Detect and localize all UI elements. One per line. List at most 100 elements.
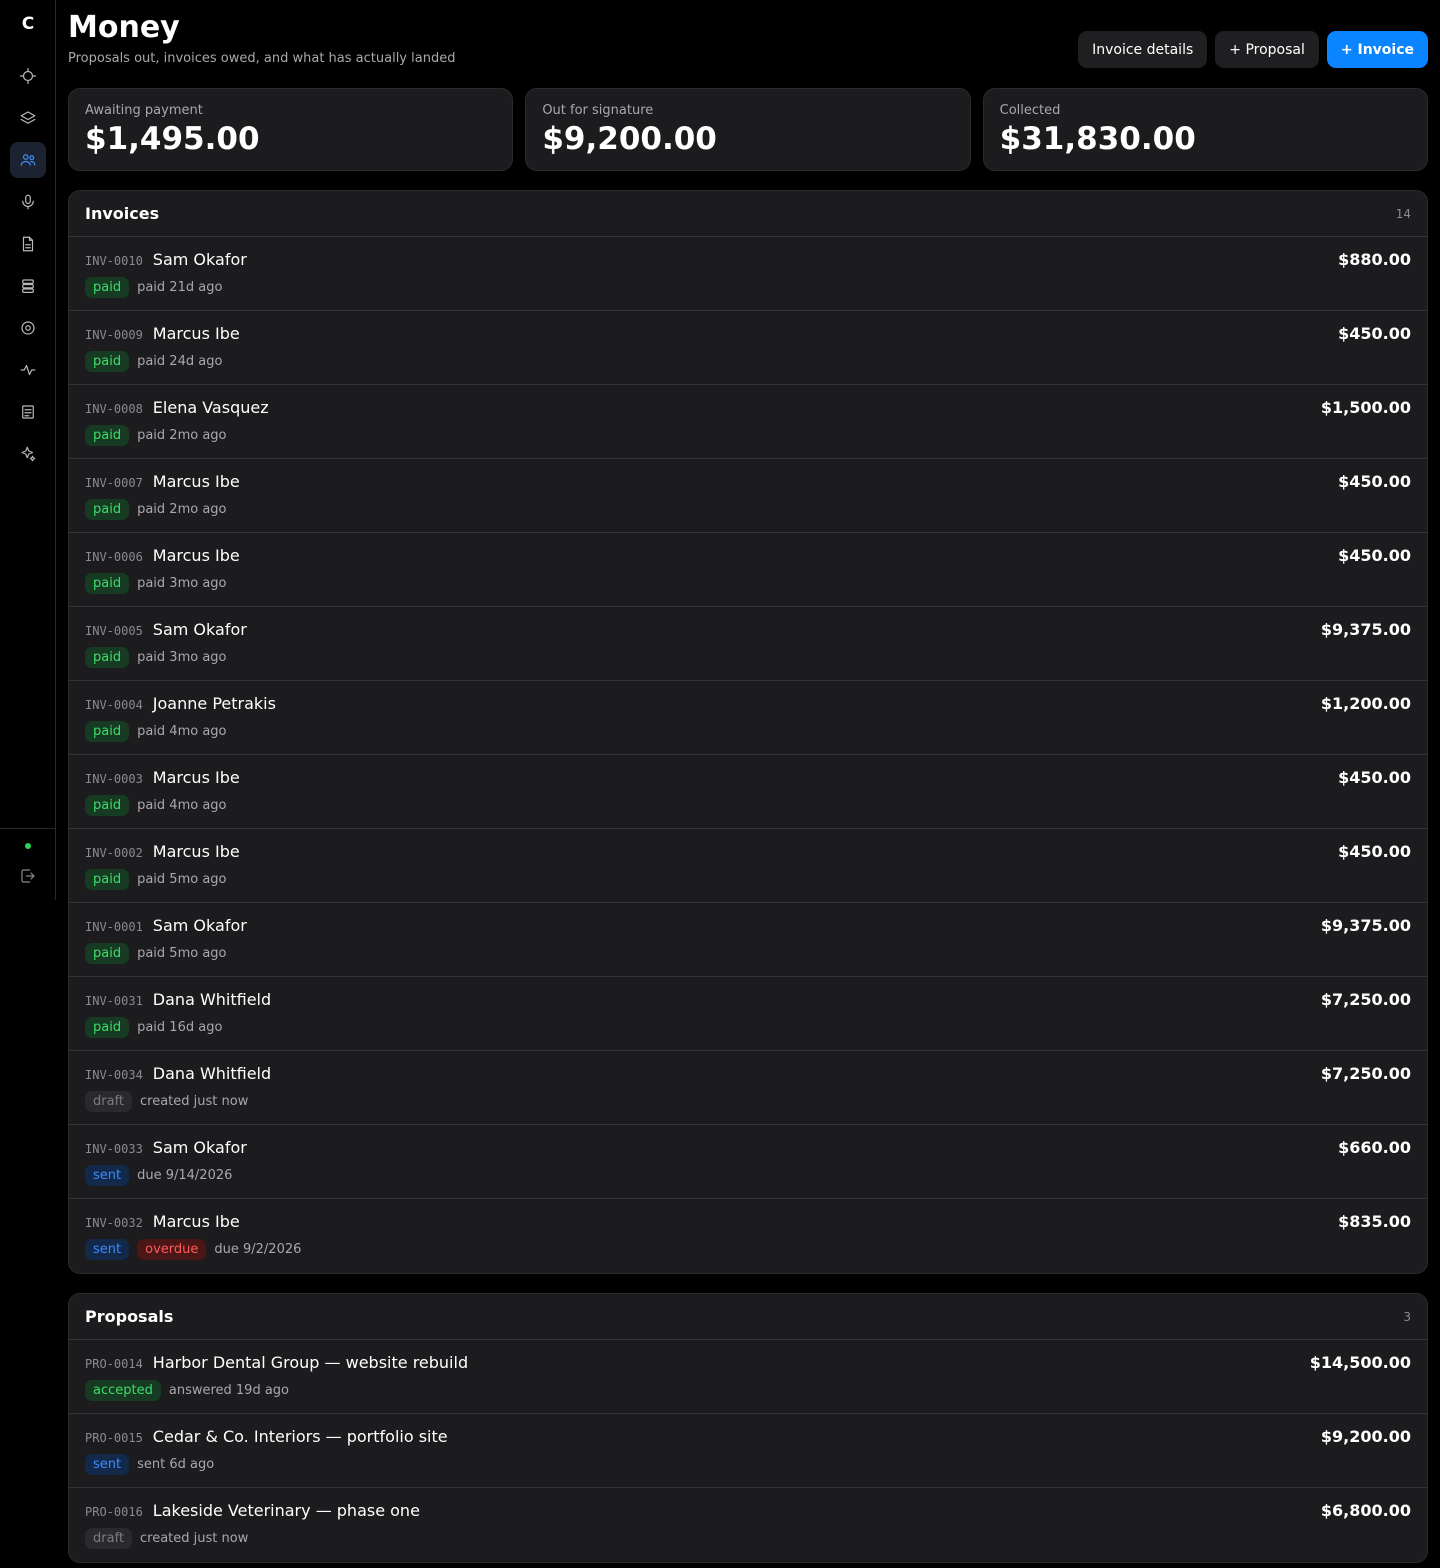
row-name: Dana Whitfield [152, 990, 272, 1009]
logout-icon[interactable] [19, 867, 37, 885]
status-badge: paid [85, 1017, 130, 1038]
invoice-row[interactable]: INV-0004 Joanne Petrakis $1,200.00 paid paid… [69, 681, 1427, 755]
row-amount: $450.00 [1338, 842, 1411, 861]
row-id: INV-0004 [85, 698, 143, 712]
stat-value: $1,495.00 [85, 121, 260, 157]
nav-notes[interactable] [10, 394, 46, 430]
panel-count: 3 [1403, 1309, 1411, 1324]
row-amount: $1,500.00 [1320, 398, 1411, 417]
nav-sparkle[interactable] [10, 436, 46, 472]
status-badge: paid [85, 573, 130, 594]
invoice-row[interactable]: INV-0006 Marcus Ibe $450.00 paid paid 3mo ag… [69, 533, 1427, 607]
row-amount: $450.00 [1338, 546, 1411, 565]
status-badge: sent [85, 1454, 130, 1475]
nav-users[interactable] [10, 142, 46, 178]
row-amount: $835.00 [1338, 1212, 1411, 1231]
invoice-row[interactable]: INV-0007 Marcus Ibe $450.00 paid paid 2mo ag… [69, 459, 1427, 533]
row-name: Joanne Petrakis [152, 694, 276, 713]
row-name: Sam Okafor [152, 916, 247, 935]
status-indicator [25, 843, 31, 849]
invoice-list: INV-0010 Sam Okafor $880.00 paid paid 21d ag… [69, 237, 1427, 1273]
invoices-panel: Invoices 14 INV-0010 Sam Okafor $880.00 pai… [68, 190, 1428, 1274]
row-id: INV-0005 [85, 624, 143, 638]
stat-card-signature: Out for signature $9,200.00 [525, 88, 971, 171]
panel-title: Proposals [85, 1307, 174, 1326]
invoice-row[interactable]: INV-0008 Elena Vasquez $1,500.00 paid paid 2… [69, 385, 1427, 459]
row-id: INV-0003 [85, 772, 143, 786]
nav-microphone[interactable] [10, 184, 46, 220]
users-icon [20, 154, 36, 166]
nav-database[interactable] [10, 268, 46, 304]
status-badge: paid [85, 425, 130, 446]
row-id: INV-0008 [85, 402, 143, 416]
add-proposal-button[interactable]: + Proposal [1215, 31, 1319, 68]
status-badge: paid [85, 943, 130, 964]
nav-target[interactable] [10, 310, 46, 346]
row-meta: due 9/2/2026 [214, 1242, 302, 1257]
stat-label: Collected [999, 103, 1061, 118]
invoice-row[interactable]: INV-0003 Marcus Ibe $450.00 paid paid 4mo ag… [69, 755, 1427, 829]
row-amount: $9,375.00 [1320, 620, 1411, 639]
row-name: Dana Whitfield [152, 1064, 272, 1083]
invoice-row[interactable]: INV-0033 Sam Okafor $660.00 sent due 9/14/20… [69, 1125, 1427, 1199]
row-meta: due 9/14/2026 [137, 1168, 233, 1183]
row-name: Lakeside Veterinary — phase one [152, 1501, 420, 1520]
row-meta: paid 2mo ago [137, 502, 227, 517]
row-amount: $7,250.00 [1320, 990, 1411, 1009]
nav-crosshair[interactable] [10, 58, 46, 94]
invoice-row[interactable]: INV-0001 Sam Okafor $9,375.00 paid paid 5mo … [69, 903, 1427, 977]
status-badge: paid [85, 499, 130, 520]
status-badge: sent [85, 1239, 130, 1260]
sidebar: C [0, 0, 56, 900]
stats-row: Awaiting payment $1,495.00 Out for signa… [68, 88, 1428, 171]
row-name: Harbor Dental Group — website rebuild [152, 1353, 469, 1372]
row-id: PRO-0014 [85, 1357, 143, 1371]
invoice-row[interactable]: INV-0010 Sam Okafor $880.00 paid paid 21d ag… [69, 237, 1427, 311]
invoice-row[interactable]: INV-0002 Marcus Ibe $450.00 paid paid 5mo ag… [69, 829, 1427, 903]
row-id: PRO-0015 [85, 1431, 143, 1445]
crosshair-icon [19, 67, 37, 85]
row-id: PRO-0016 [85, 1505, 143, 1519]
row-id: INV-0009 [85, 328, 143, 342]
page-title: Money [68, 10, 180, 45]
database-icon [22, 279, 34, 293]
row-id: INV-0006 [85, 550, 143, 564]
proposal-list: PRO-0014 Harbor Dental Group — website re… [69, 1340, 1427, 1562]
proposal-row[interactable]: PRO-0014 Harbor Dental Group — website re… [69, 1340, 1427, 1414]
add-invoice-button[interactable]: + Invoice [1326, 31, 1428, 68]
invoice-row[interactable]: INV-0009 Marcus Ibe $450.00 paid paid 24d ag… [69, 311, 1427, 385]
row-amount: $450.00 [1338, 472, 1411, 491]
status-badge: accepted [85, 1380, 161, 1401]
row-meta: paid 4mo ago [137, 724, 227, 739]
row-amount: $14,500.00 [1309, 1353, 1411, 1372]
row-meta: paid 2mo ago [137, 428, 227, 443]
status-badge: paid [85, 277, 130, 298]
stat-value: $9,200.00 [542, 121, 717, 157]
app-logo[interactable]: C [0, 14, 56, 34]
status-badge: paid [85, 647, 130, 668]
stat-card-collected: Collected $31,830.00 [982, 88, 1428, 171]
proposal-row[interactable]: PRO-0015 Cedar & Co. Interiors — portfoli… [69, 1414, 1427, 1488]
microphone-icon [22, 194, 34, 210]
header-actions: Invoice details + Proposal + Invoice [1078, 31, 1428, 68]
nav-document[interactable] [10, 226, 46, 262]
nav-layers[interactable] [10, 100, 46, 136]
row-name: Sam Okafor [152, 620, 247, 639]
nav-activity[interactable] [10, 352, 46, 388]
invoice-row[interactable]: INV-0005 Sam Okafor $9,375.00 paid paid 3mo … [69, 607, 1427, 681]
status-badge: paid [85, 721, 130, 742]
invoice-row[interactable]: INV-0034 Dana Whitfield $7,250.00 draft crea… [69, 1051, 1427, 1125]
row-meta: answered 19d ago [168, 1383, 290, 1398]
row-meta: paid 16d ago [137, 1020, 223, 1035]
row-name: Marcus Ibe [152, 1212, 240, 1231]
row-amount: $7,250.00 [1320, 1064, 1411, 1083]
row-amount: $660.00 [1338, 1138, 1411, 1157]
invoice-row[interactable]: INV-0032 Marcus Ibe $835.00 sent overdue due … [69, 1199, 1427, 1273]
row-name: Sam Okafor [152, 250, 247, 269]
row-amount: $880.00 [1338, 250, 1411, 269]
proposal-row[interactable]: PRO-0016 Lakeside Veterinary — phase one $… [69, 1488, 1427, 1562]
invoice-row[interactable]: INV-0031 Dana Whitfield $7,250.00 paid paid … [69, 977, 1427, 1051]
invoice-details-button[interactable]: Invoice details [1078, 31, 1208, 68]
row-meta: paid 21d ago [137, 280, 223, 295]
row-id: INV-0031 [85, 994, 143, 1008]
